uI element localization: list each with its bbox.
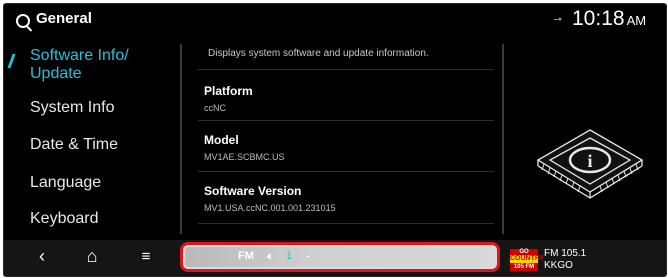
sidebar-item-system-info[interactable]: System Info bbox=[30, 99, 114, 117]
info-row-software-version: Software Version MV1.USA.ccNC.001.001.23… bbox=[198, 171, 494, 222]
home-icon[interactable]: ⌂ bbox=[80, 246, 104, 267]
info-row-model: Model MV1AE.SCBMC.US bbox=[198, 120, 494, 171]
settings-sidebar: Software Info/ Update System Info Date &… bbox=[4, 42, 172, 240]
info-label: Software Version bbox=[204, 184, 302, 198]
clock: 10:18 AM bbox=[572, 7, 646, 31]
signal-off-icon: ⁻ᐩ bbox=[553, 16, 562, 28]
speaker-icon[interactable]: 🔈︎ bbox=[267, 249, 274, 264]
row-divider bbox=[198, 223, 494, 225]
info-value: MV1AE.SCBMC.US bbox=[204, 152, 285, 162]
volume-level: 1 bbox=[286, 250, 293, 262]
content-divider bbox=[502, 44, 504, 234]
info-label: Platform bbox=[204, 84, 253, 98]
media-source-label: FM bbox=[238, 250, 254, 262]
radio-station-name: KKGO bbox=[544, 260, 573, 271]
top-bar: General ⁻ᐩ 10:18 AM bbox=[4, 4, 666, 40]
clock-ampm: AM bbox=[626, 13, 647, 28]
info-value: MV1.USA.ccNC.001.001.231015 bbox=[204, 203, 336, 213]
media-bar-background bbox=[185, 247, 495, 267]
svg-text:i: i bbox=[587, 151, 592, 171]
sidebar-item-software-info-update[interactable]: Software Info/ Update bbox=[30, 47, 129, 83]
station-logo[interactable]: GO COUNTRY 105 FM bbox=[510, 249, 545, 271]
infotainment-screen: General ⁻ᐩ 10:18 AM Software Info/ Update… bbox=[3, 3, 667, 277]
info-label: Model bbox=[204, 133, 239, 147]
sidebar-item-label-line2: Update bbox=[30, 65, 82, 82]
active-item-marker bbox=[7, 54, 16, 68]
info-value: ccNC bbox=[204, 103, 226, 113]
search-icon[interactable] bbox=[16, 14, 30, 28]
software-info-panel: Displays system software and update info… bbox=[190, 40, 496, 240]
page-title: General bbox=[36, 10, 92, 27]
station-logo-bottom: 105 FM bbox=[510, 263, 538, 271]
sidebar-item-language[interactable]: Language bbox=[30, 174, 101, 192]
radio-frequency: FM 105.1 bbox=[544, 248, 587, 259]
sidebar-item-keyboard[interactable]: Keyboard bbox=[30, 210, 99, 228]
chip-info-icon: i bbox=[530, 126, 650, 206]
media-control-bar[interactable]: FM 🔈︎ 1 bbox=[180, 242, 500, 272]
clock-time: 10:18 bbox=[572, 7, 625, 30]
sidebar-item-date-time[interactable]: Date & Time bbox=[30, 136, 118, 154]
back-icon[interactable]: ‹ bbox=[30, 246, 54, 267]
volume-indicator bbox=[306, 256, 309, 257]
info-row-platform: Platform ccNC bbox=[198, 69, 494, 120]
panel-description: Displays system software and update info… bbox=[208, 48, 429, 59]
sidebar-divider bbox=[180, 44, 182, 234]
sidebar-item-label-line1: Software Info/ bbox=[30, 47, 129, 64]
menu-icon[interactable]: ≡ bbox=[134, 248, 158, 265]
bottom-bar: ‹ ⌂ ≡ FM 🔈︎ 1 GO COUNTRY 105 FM FM 105.1… bbox=[4, 240, 666, 276]
station-logo-mid: COUNTRY bbox=[510, 255, 545, 262]
